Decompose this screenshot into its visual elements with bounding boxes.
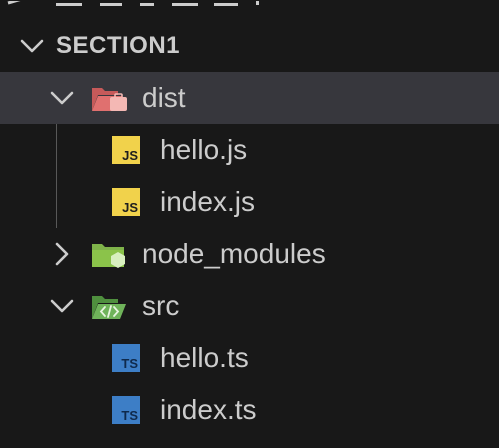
clipped-glyphs bbox=[7, 0, 259, 6]
section-title: SECTION1 bbox=[56, 32, 181, 59]
tree-item-label: hello.js bbox=[160, 134, 248, 165]
typescript-file-icon: TS bbox=[112, 396, 140, 424]
tree-item-node-modules[interactable]: node_modules bbox=[0, 228, 499, 280]
chevron-right-icon[interactable] bbox=[48, 240, 76, 268]
folder-open-dist-icon bbox=[92, 88, 127, 111]
tree-item-label: dist bbox=[142, 82, 186, 113]
tree-item-label: src bbox=[142, 290, 180, 321]
file-badge-text: JS bbox=[122, 200, 138, 215]
chevron-down-icon[interactable] bbox=[18, 32, 46, 60]
tree-item-file[interactable]: JS hello.js bbox=[0, 124, 499, 176]
tree-item-label: index.ts bbox=[160, 394, 257, 425]
tree-item-file[interactable]: TS index.ts bbox=[0, 384, 499, 436]
tree-item-dist[interactable]: dist bbox=[0, 72, 499, 124]
chevron-down-icon[interactable] bbox=[48, 84, 76, 112]
folder-open-src-icon bbox=[92, 296, 126, 319]
section-header[interactable]: SECTION1 bbox=[0, 20, 499, 72]
tree-item-label: index.js bbox=[160, 186, 255, 217]
folder-node-icon bbox=[92, 244, 125, 268]
tree-item-label: hello.ts bbox=[160, 342, 249, 373]
typescript-file-icon: TS bbox=[112, 344, 140, 372]
tree-item-file[interactable]: JS index.js bbox=[0, 176, 499, 228]
file-badge-text: TS bbox=[121, 408, 138, 423]
explorer-panel: SECTION1 dist JS hello.js JS index.js no… bbox=[0, 0, 499, 448]
tree-item-label: node_modules bbox=[142, 238, 326, 269]
javascript-file-icon: JS bbox=[112, 136, 140, 164]
clipped-previous-row bbox=[0, 0, 499, 12]
file-badge-text: TS bbox=[121, 356, 138, 371]
tree-item-src[interactable]: src bbox=[0, 280, 499, 332]
chevron-down-icon[interactable] bbox=[48, 292, 76, 320]
tree-item-file[interactable]: TS hello.ts bbox=[0, 332, 499, 384]
file-badge-text: JS bbox=[122, 148, 138, 163]
javascript-file-icon: JS bbox=[112, 188, 140, 216]
